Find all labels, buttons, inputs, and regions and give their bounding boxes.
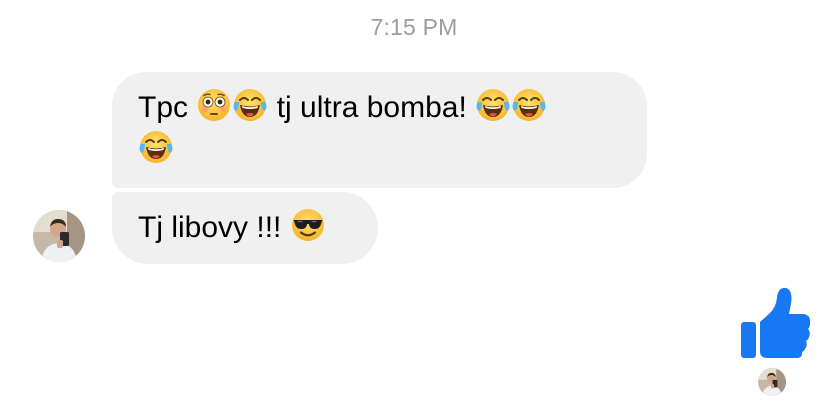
- thumbs-up-icon[interactable]: [740, 286, 812, 360]
- person-photo-icon: [33, 210, 85, 262]
- sender-avatar[interactable]: [33, 210, 85, 262]
- message-text: tj ultra bomba!: [276, 91, 467, 124]
- face-with-tears-of-joy-icon: [233, 88, 267, 122]
- face-with-tears-of-joy-icon: [476, 88, 510, 122]
- message-text: Tj libovy !!!: [138, 211, 282, 244]
- flushed-face-icon: [197, 88, 231, 122]
- seen-avatar: [758, 368, 786, 396]
- smiling-face-with-sunglasses-icon: [291, 208, 325, 242]
- message-timestamp: 7:15 PM: [370, 14, 458, 40]
- message-text: Tpc: [138, 91, 189, 124]
- face-with-tears-of-joy-icon: [512, 88, 546, 122]
- message-bubble[interactable]: Tj libovy !!!: [112, 192, 378, 264]
- person-photo-icon: [758, 368, 786, 396]
- face-with-tears-of-joy-icon: [139, 130, 173, 164]
- message-bubble[interactable]: Tpc tj ultra bomba!: [112, 72, 647, 188]
